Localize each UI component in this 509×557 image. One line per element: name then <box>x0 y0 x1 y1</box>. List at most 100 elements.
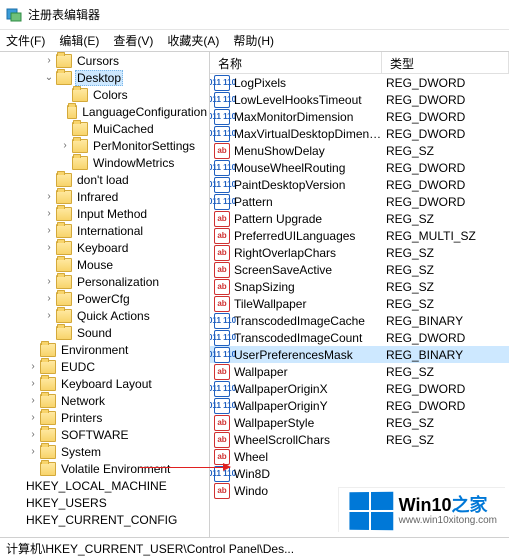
chevron-right-icon[interactable]: › <box>42 310 56 321</box>
value-name: LogPixels <box>234 76 386 90</box>
chevron-right-icon[interactable]: › <box>26 378 40 389</box>
tree-item[interactable]: › PerMonitorSettings <box>0 137 209 154</box>
tree-item[interactable]: HKEY_USERS <box>0 494 209 511</box>
menu-favorites[interactable]: 收藏夹(A) <box>167 32 219 49</box>
list-body: 011 110LogPixelsREG_DWORD011 110LowLevel… <box>210 74 509 499</box>
tree-item[interactable]: ›Cursors <box>0 52 209 69</box>
tree-item[interactable]: Colors <box>0 86 209 103</box>
list-row[interactable]: 011 110MaxMonitorDimensionREG_DWORD <box>210 108 509 125</box>
tree-item[interactable]: ›Network <box>0 392 209 409</box>
tree-item[interactable]: ›Personalization <box>0 273 209 290</box>
value-name: RightOverlapChars <box>234 246 386 260</box>
list-row[interactable]: abScreenSaveActiveREG_SZ <box>210 261 509 278</box>
tree-item[interactable]: ›Input Method <box>0 205 209 222</box>
tree-item[interactable]: ⌄Desktop <box>0 69 209 86</box>
value-name: Wheel <box>234 450 386 464</box>
value-type: REG_MULTI_SZ <box>386 229 509 243</box>
list-row[interactable]: 011 110TranscodedImageCacheREG_BINARY <box>210 312 509 329</box>
tree-item-label: don't load <box>75 172 131 188</box>
tree-item[interactable]: don't load <box>0 171 209 188</box>
tree-item[interactable]: ›SOFTWARE <box>0 426 209 443</box>
tree-pane[interactable]: ›Cursors⌄DesktopColorsLanguageConfigurat… <box>0 52 210 537</box>
list-row[interactable]: 011 110Win8D <box>210 465 509 482</box>
tree-item[interactable]: ›Keyboard Layout <box>0 375 209 392</box>
folder-icon <box>56 173 72 187</box>
chevron-right-icon[interactable]: › <box>42 208 56 219</box>
tree-item[interactable]: ›Quick Actions <box>0 307 209 324</box>
chevron-right-icon[interactable]: › <box>42 225 56 236</box>
list-row[interactable]: abSnapSizingREG_SZ <box>210 278 509 295</box>
value-name: Wallpaper <box>234 365 386 379</box>
tree-item[interactable]: Environment <box>0 341 209 358</box>
list-row[interactable]: 011 110PatternREG_DWORD <box>210 193 509 210</box>
menu-file[interactable]: 文件(F) <box>6 32 45 49</box>
list-row[interactable]: 011 110UserPreferencesMaskREG_BINARY <box>210 346 509 363</box>
string-value-icon: ab <box>214 483 230 499</box>
tree-item[interactable]: ›PowerCfg <box>0 290 209 307</box>
value-type: REG_SZ <box>386 144 509 158</box>
list-row[interactable]: 011 110TranscodedImageCountREG_DWORD <box>210 329 509 346</box>
list-row[interactable]: abWheel <box>210 448 509 465</box>
chevron-right-icon[interactable]: › <box>26 412 40 423</box>
value-type: REG_SZ <box>386 365 509 379</box>
tree-item[interactable]: ›System <box>0 443 209 460</box>
chevron-right-icon[interactable]: › <box>42 293 56 304</box>
chevron-right-icon[interactable]: › <box>42 191 56 202</box>
chevron-down-icon[interactable]: ⌄ <box>42 72 56 83</box>
tree-item-label: PerMonitorSettings <box>91 138 197 154</box>
list-row[interactable]: ab WallpaperREG_SZ <box>210 363 509 380</box>
tree-item[interactable]: MuiCached <box>0 120 209 137</box>
tree-item[interactable]: HKEY_CURRENT_CONFIG <box>0 511 209 528</box>
list-row[interactable]: 011 110PaintDesktopVersionREG_DWORD <box>210 176 509 193</box>
tree-item[interactable]: Volatile Environment <box>0 460 209 477</box>
list-row[interactable]: 011 110LowLevelHooksTimeoutREG_DWORD <box>210 91 509 108</box>
chevron-right-icon[interactable]: › <box>42 55 56 66</box>
list-row[interactable]: abPreferredUILanguagesREG_MULTI_SZ <box>210 227 509 244</box>
tree-item[interactable]: ›Printers <box>0 409 209 426</box>
list-row[interactable]: abWheelScrollCharsREG_SZ <box>210 431 509 448</box>
value-name: WheelScrollChars <box>234 433 386 447</box>
tree-item-label: Mouse <box>75 257 115 273</box>
menu-view[interactable]: 查看(V) <box>113 32 153 49</box>
chevron-right-icon[interactable]: › <box>42 242 56 253</box>
folder-icon <box>40 360 56 374</box>
list-row[interactable]: abRightOverlapCharsREG_SZ <box>210 244 509 261</box>
chevron-right-icon[interactable]: › <box>26 361 40 372</box>
list-row[interactable]: abWallpaperStyleREG_SZ <box>210 414 509 431</box>
tree-item[interactable]: ›Infrared <box>0 188 209 205</box>
list-row[interactable]: 011 110MouseWheelRoutingREG_DWORD <box>210 159 509 176</box>
list-pane[interactable]: 名称 类型 011 110LogPixelsREG_DWORD011 110Lo… <box>210 52 509 537</box>
list-row[interactable]: 011 110WallpaperOriginYREG_DWORD <box>210 397 509 414</box>
tree-item[interactable]: Sound <box>0 324 209 341</box>
value-name: WallpaperStyle <box>234 416 386 430</box>
string-value-icon: ab <box>214 228 230 244</box>
tree-item[interactable]: ›Keyboard <box>0 239 209 256</box>
chevron-right-icon[interactable]: › <box>26 395 40 406</box>
list-row[interactable]: abMenuShowDelayREG_SZ <box>210 142 509 159</box>
menu-help[interactable]: 帮助(H) <box>233 32 274 49</box>
value-type: REG_DWORD <box>386 76 509 90</box>
tree-item[interactable]: HKEY_LOCAL_MACHINE <box>0 477 209 494</box>
list-row[interactable]: 011 110WallpaperOriginXREG_DWORD <box>210 380 509 397</box>
list-row[interactable]: 011 110MaxVirtualDesktopDimensionREG_DWO… <box>210 125 509 142</box>
list-row[interactable]: 011 110LogPixelsREG_DWORD <box>210 74 509 91</box>
list-row[interactable]: abPattern UpgradeREG_SZ <box>210 210 509 227</box>
chevron-right-icon[interactable]: › <box>58 140 72 151</box>
binary-value-icon: 011 110 <box>214 160 230 176</box>
chevron-right-icon[interactable]: › <box>42 276 56 287</box>
tree-item[interactable]: ›International <box>0 222 209 239</box>
tree-item[interactable]: WindowMetrics <box>0 154 209 171</box>
chevron-right-icon[interactable]: › <box>26 429 40 440</box>
list-row[interactable]: abTileWallpaperREG_SZ <box>210 295 509 312</box>
column-name[interactable]: 名称 <box>210 52 382 73</box>
tree-item[interactable]: Mouse <box>0 256 209 273</box>
value-type: REG_SZ <box>386 280 509 294</box>
tree-item[interactable]: ›EUDC <box>0 358 209 375</box>
chevron-right-icon[interactable]: › <box>26 446 40 457</box>
column-type[interactable]: 类型 <box>382 52 509 73</box>
menu-edit[interactable]: 编辑(E) <box>59 32 99 49</box>
tree-item[interactable]: LanguageConfiguration <box>0 103 209 120</box>
string-value-icon: ab <box>214 279 230 295</box>
binary-value-icon: 011 110 <box>214 347 230 363</box>
string-value-icon: ab <box>214 364 230 380</box>
